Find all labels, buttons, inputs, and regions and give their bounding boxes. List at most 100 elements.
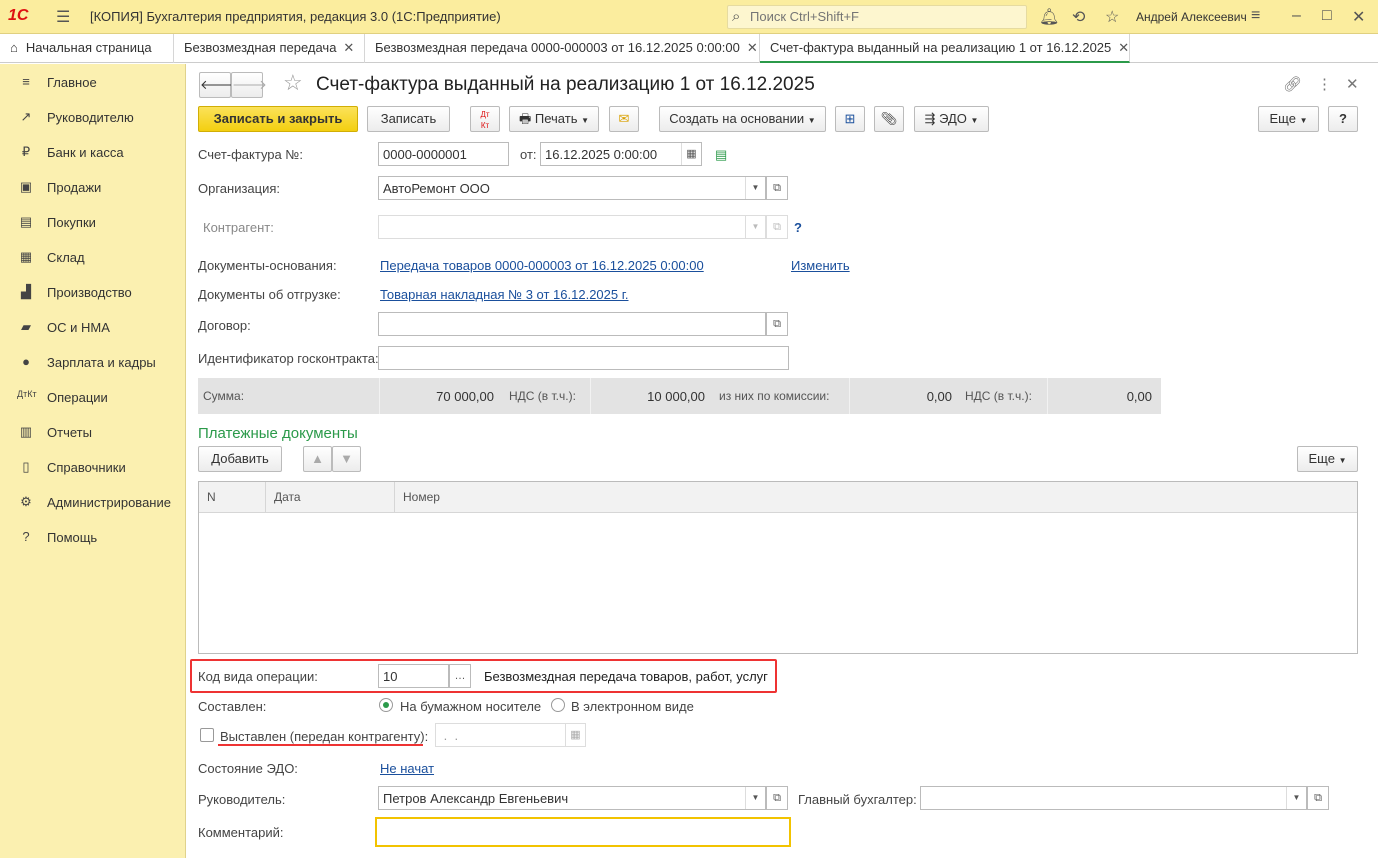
op-code-field[interactable]: 10	[378, 664, 449, 688]
add-button[interactable]: Добавить	[198, 446, 282, 472]
attach-icon[interactable]: 📎︎	[874, 106, 904, 132]
open-chief-acc-icon[interactable]: ⧉	[1307, 786, 1329, 810]
search-box[interactable]: ⌕	[727, 5, 1027, 29]
chevron-down-icon[interactable]: ▼	[745, 216, 765, 238]
edo-state-link[interactable]: Не начат	[380, 761, 434, 776]
open-org-icon[interactable]: ⧉	[766, 176, 788, 200]
sidebar-item-label: Банк и касса	[47, 145, 124, 160]
column-header-number[interactable]: Номер	[395, 482, 1357, 513]
app-logo[interactable]: 1С	[8, 7, 28, 25]
sidebar-item-assets[interactable]: ▰ ОС и НМА	[0, 310, 186, 345]
save-button[interactable]: Записать	[367, 106, 450, 132]
counterparty-field[interactable]: ▼	[378, 215, 766, 239]
change-link[interactable]: Изменить	[791, 258, 850, 273]
sidebar-item-salary[interactable]: ● Зарплата и кадры	[0, 345, 186, 380]
sidebar-item-warehouse[interactable]: ▦ Склад	[0, 240, 186, 275]
sidebar-item-reports[interactable]: ▥ Отчеты	[0, 415, 186, 450]
search-input[interactable]	[750, 9, 1020, 24]
sidebar-item-help[interactable]: ? Помощь	[0, 520, 186, 555]
column-header-n[interactable]: N	[199, 482, 266, 513]
save-close-button[interactable]: Записать и закрыть	[198, 106, 358, 132]
head-label: Руководитель:	[198, 792, 286, 807]
help-button[interactable]: ?	[1328, 106, 1358, 132]
more-button[interactable]: Еще ▼	[1258, 106, 1319, 132]
sidebar-item-bank[interactable]: ₽ Банк и касса	[0, 135, 186, 170]
mail-icon[interactable]: ✉	[609, 106, 639, 132]
head-field[interactable]: Петров Александр Евгеньевич ▼	[378, 786, 766, 810]
sidebar-item-manager[interactable]: ↗ Руководителю	[0, 100, 186, 135]
issued-date-field[interactable]: . . ▦	[435, 723, 586, 747]
forward-button[interactable]: 🡒	[231, 72, 267, 98]
ship-docs-link[interactable]: Товарная накладная № 3 от 16.12.2025 г.	[380, 287, 629, 302]
tab-free-transfer-doc[interactable]: Безвозмездная передача 0000-000003 от 16…	[365, 34, 760, 63]
comment-field[interactable]	[375, 817, 791, 847]
tab-free-transfer-list[interactable]: Безвозмездная передача ✕	[174, 34, 365, 63]
issued-checkbox[interactable]	[200, 728, 214, 742]
org-field[interactable]: АвтоРемонт ООО ▼	[378, 176, 766, 200]
more-label: Еще	[1269, 111, 1296, 126]
payments-table[interactable]: N Дата Номер	[198, 481, 1358, 654]
date-field[interactable]: 16.12.2025 0:00:00 ▦	[540, 142, 702, 166]
print-button[interactable]: 🖶 Печать ▼	[509, 106, 599, 132]
close-icon[interactable]: ✕	[1118, 40, 1129, 55]
back-button[interactable]: 🡐	[199, 72, 235, 98]
open-contract-icon[interactable]: ⧉	[766, 312, 788, 336]
chevron-down-icon[interactable]: ▼	[745, 177, 765, 199]
structure-icon[interactable]: ⊞	[835, 106, 865, 132]
sidebar-item-main[interactable]: ≡ Главное	[0, 65, 186, 100]
history-icon[interactable]: ⟲	[1072, 7, 1085, 27]
bell-icon[interactable]: 🔔︎	[1039, 7, 1059, 27]
home-icon: ⌂	[10, 40, 18, 55]
issued-label[interactable]: Выставлен (передан контрагенту):	[220, 729, 428, 744]
totals-divider	[1047, 378, 1048, 414]
counterparty-help-icon[interactable]: ?	[794, 220, 802, 235]
chevron-down-icon[interactable]: ▼	[745, 787, 765, 809]
close-form-icon[interactable]: ✕	[1346, 75, 1359, 93]
sidebar-item-production[interactable]: ▟ Производство	[0, 275, 186, 310]
paper-radio[interactable]	[379, 698, 393, 712]
calendar-icon[interactable]: ▦	[681, 143, 701, 165]
star-icon[interactable]: ☆	[1105, 7, 1119, 27]
sidebar-item-sales[interactable]: ▣ Продажи	[0, 170, 186, 205]
gov-contract-field[interactable]	[378, 346, 789, 370]
edo-button[interactable]: ⇶ ЭДО ▼	[914, 106, 989, 132]
select-op-code-button[interactable]: …	[449, 664, 471, 688]
contract-field[interactable]	[378, 312, 766, 336]
favorite-star-icon[interactable]: ☆	[283, 70, 303, 96]
electronic-radio[interactable]	[551, 698, 565, 712]
vat2-label: НДС (в т.ч.):	[965, 389, 1032, 403]
close-icon[interactable]: ✕	[343, 40, 354, 55]
maximize-icon[interactable]: □	[1322, 7, 1332, 25]
open-counterparty-icon[interactable]: ⧉	[766, 215, 788, 239]
close-icon[interactable]: ✕	[747, 40, 758, 55]
calendar-icon[interactable]: ▦	[565, 724, 585, 746]
open-head-icon[interactable]: ⧉	[766, 786, 788, 810]
sidebar-item-purchases[interactable]: ▤ Покупки	[0, 205, 186, 240]
base-docs-link[interactable]: Передача товаров 0000-000003 от 16.12.20…	[380, 258, 704, 273]
doc-status-icon[interactable]: ▤	[715, 147, 727, 163]
grid-icon: ▦	[19, 249, 33, 264]
move-down-icon[interactable]: ▼	[332, 446, 361, 472]
more-vertical-icon[interactable]: ⋮	[1317, 75, 1332, 93]
tab-home[interactable]: ⌂ Начальная страница	[0, 34, 174, 63]
payments-more-button[interactable]: Еще ▼	[1297, 446, 1358, 472]
column-header-date[interactable]: Дата	[266, 482, 395, 513]
move-up-icon[interactable]: ▲	[303, 446, 332, 472]
minimize-icon[interactable]: –	[1292, 7, 1301, 25]
create-based-button[interactable]: Создать на основании ▼	[659, 106, 826, 132]
dt-kt-button[interactable]: Дт Кт	[470, 106, 500, 132]
invoice-no-field[interactable]: 0000-0000001	[378, 142, 509, 166]
electronic-label[interactable]: В электронном виде	[571, 699, 694, 714]
link-icon[interactable]: 🔗︎	[1283, 75, 1302, 93]
sidebar-item-admin[interactable]: ⚙ Администрирование	[0, 485, 186, 520]
chevron-down-icon[interactable]: ▼	[1286, 787, 1306, 809]
settings-menu-icon[interactable]: ≡	[1251, 7, 1260, 25]
sidebar-item-operations[interactable]: ДтКт Операции	[0, 380, 186, 415]
user-name[interactable]: Андрей Алексеевич	[1136, 10, 1247, 24]
main-menu-icon[interactable]: ☰	[56, 7, 70, 27]
tab-invoice[interactable]: Счет-фактура выданный на реализацию 1 от…	[760, 34, 1130, 63]
close-window-icon[interactable]: ✕	[1352, 7, 1365, 27]
paper-label[interactable]: На бумажном носителе	[400, 699, 541, 714]
sidebar-item-references[interactable]: ▯ Справочники	[0, 450, 186, 485]
chief-acc-field[interactable]: ▼	[920, 786, 1307, 810]
